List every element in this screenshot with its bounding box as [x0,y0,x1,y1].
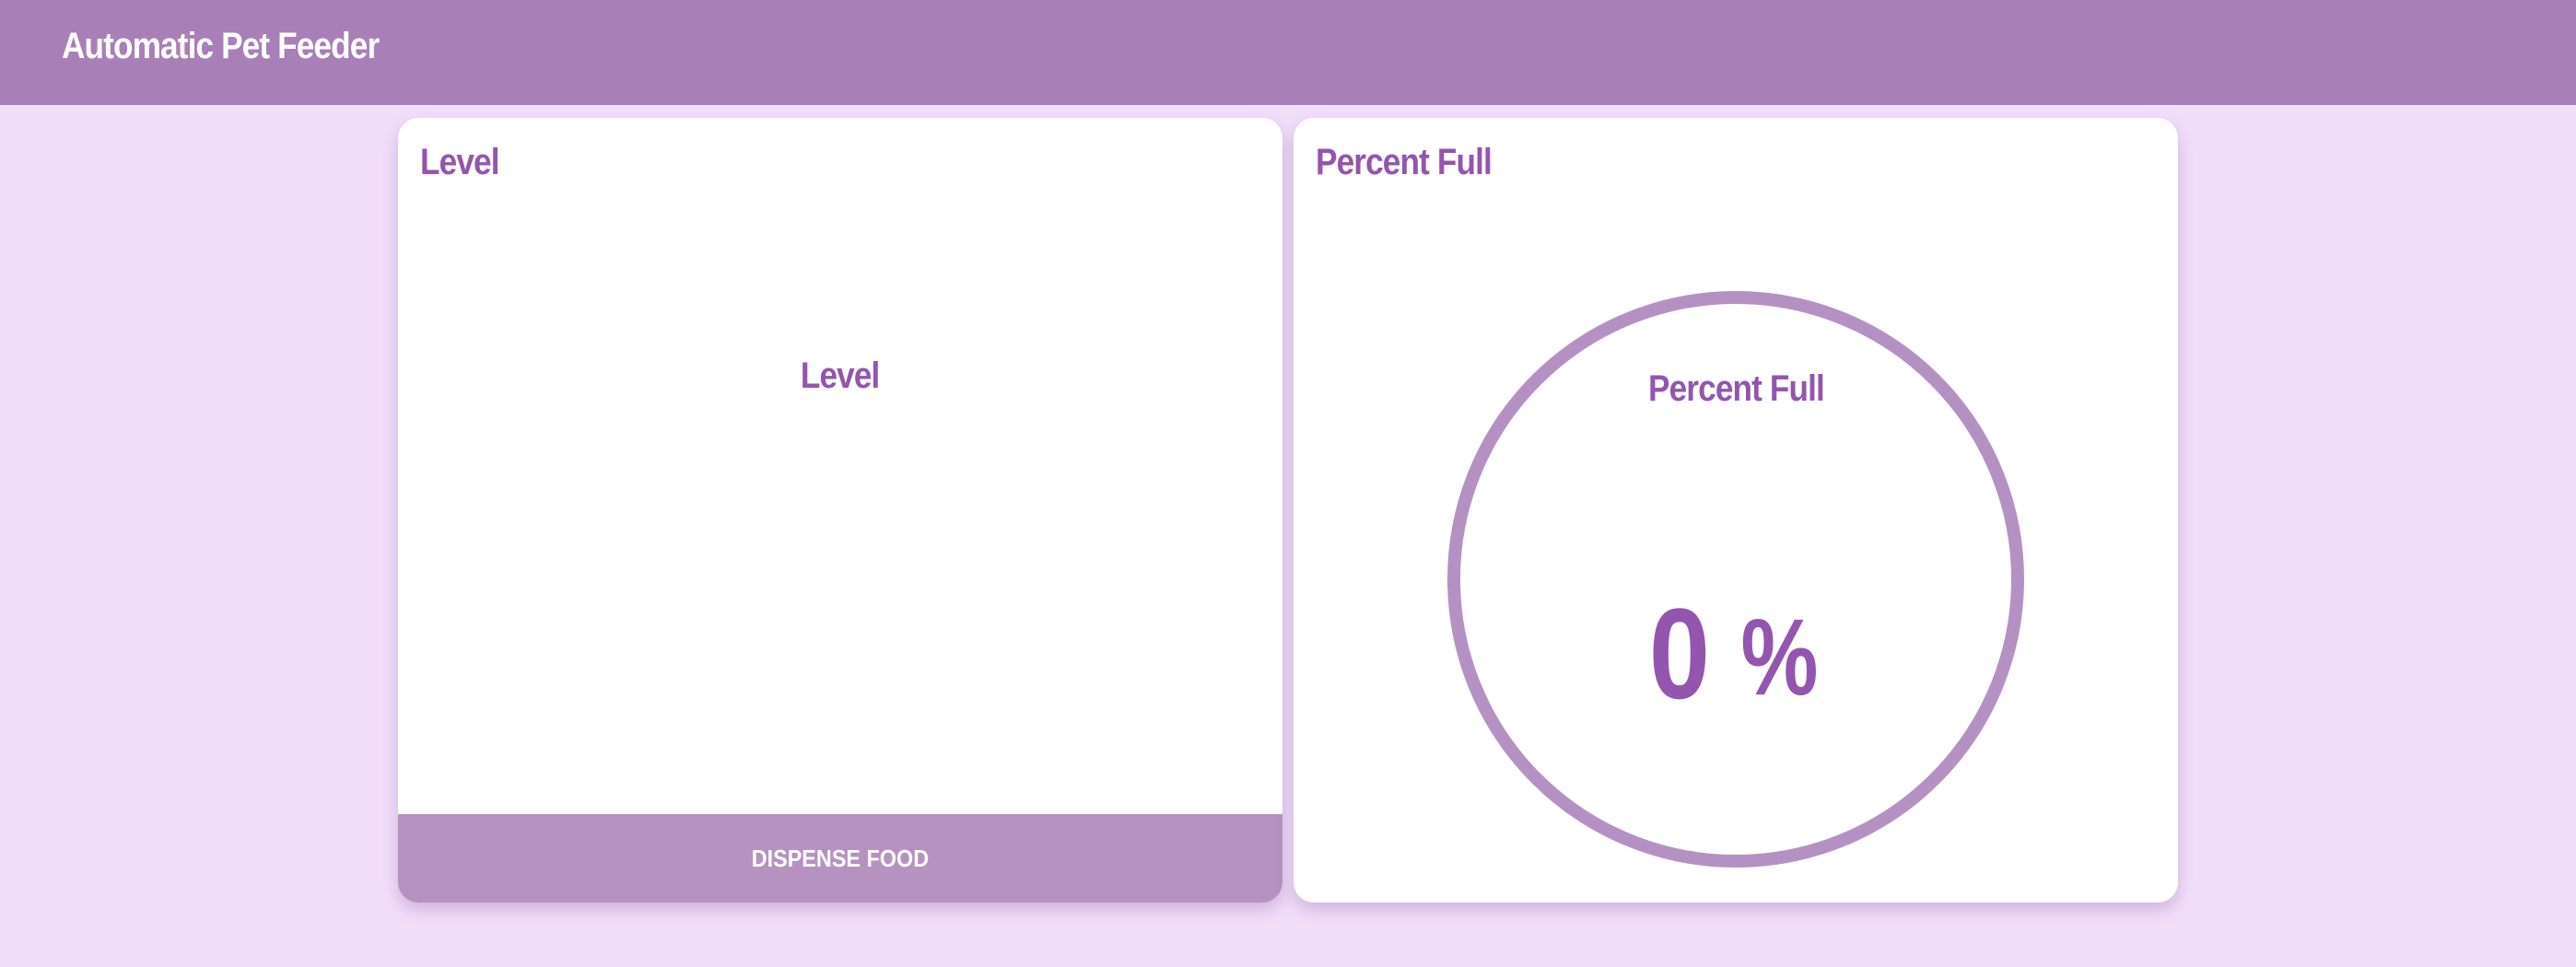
gauge-value-unit: % [1740,597,1819,718]
gauge-value: 0% [1294,580,2178,731]
app-title: Automatic Pet Feeder [62,26,380,66]
level-chart-title: Level [398,350,1282,402]
dispense-food-button[interactable]: DISPENSE FOOD [398,814,1282,903]
dispense-food-button-label: DISPENSE FOOD [751,844,930,872]
gauge-ring [1447,291,2024,868]
percent-full-card-title: Percent Full [1316,142,1493,182]
level-chart-title-text: Level [801,355,881,396]
app-header: Automatic Pet Feeder [0,0,2576,105]
percent-full-card: Percent Full Percent Full 0% [1294,118,2178,903]
gauge-value-number: 0 [1648,581,1710,726]
level-card: Level Level DISPENSE FOOD [398,118,1282,903]
level-card-title: Level [420,142,500,182]
